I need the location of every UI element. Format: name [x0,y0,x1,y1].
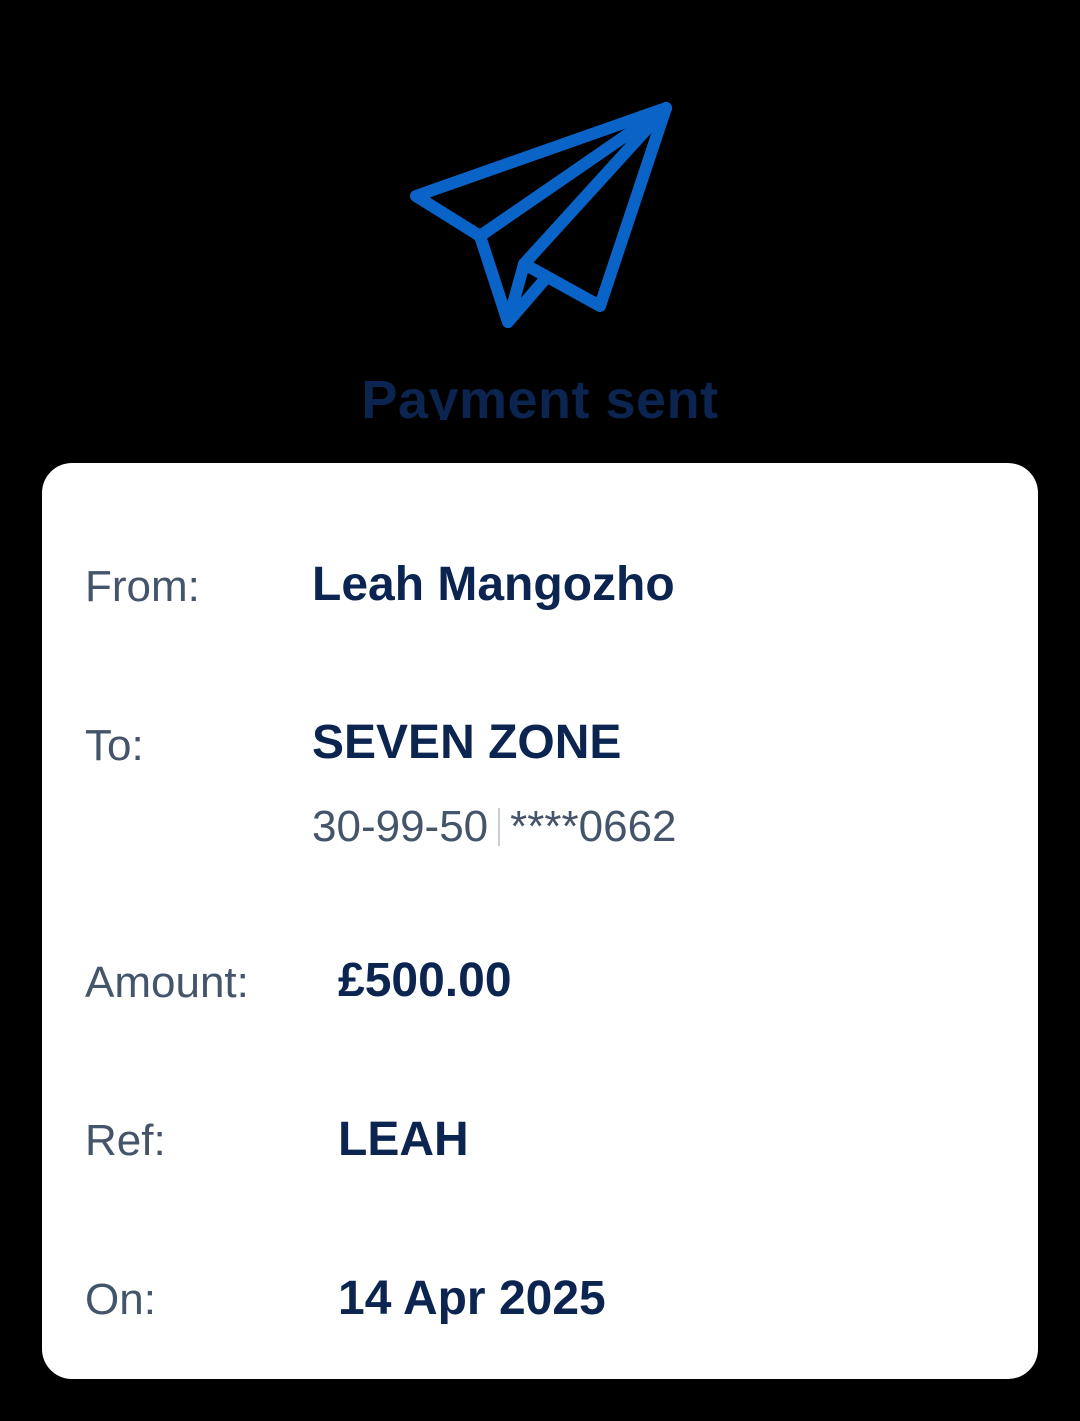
payment-details-card: From: Leah Mangozho To: SEVEN ZONE 30-99… [42,463,1038,1379]
paper-plane-icon [400,96,680,336]
sort-code: 30-99-50 [312,802,489,851]
date-label: On: [85,1275,156,1324]
from-label: From: [85,562,200,611]
page-title: Payment sent [361,370,719,420]
date-value: 14 Apr 2025 [338,1272,606,1325]
amount-value: £500.00 [338,954,512,1007]
ref-label: Ref: [85,1116,166,1165]
account-details: 30-99-50 ****0662 [312,801,677,853]
account-divider [498,808,501,846]
ref-value: LEAH [338,1113,469,1166]
amount-label: Amount: [85,958,249,1007]
to-value: SEVEN ZONE [312,716,622,769]
to-label: To: [85,721,144,770]
account-number: ****0662 [510,802,677,851]
from-value: Leah Mangozho [312,558,675,611]
